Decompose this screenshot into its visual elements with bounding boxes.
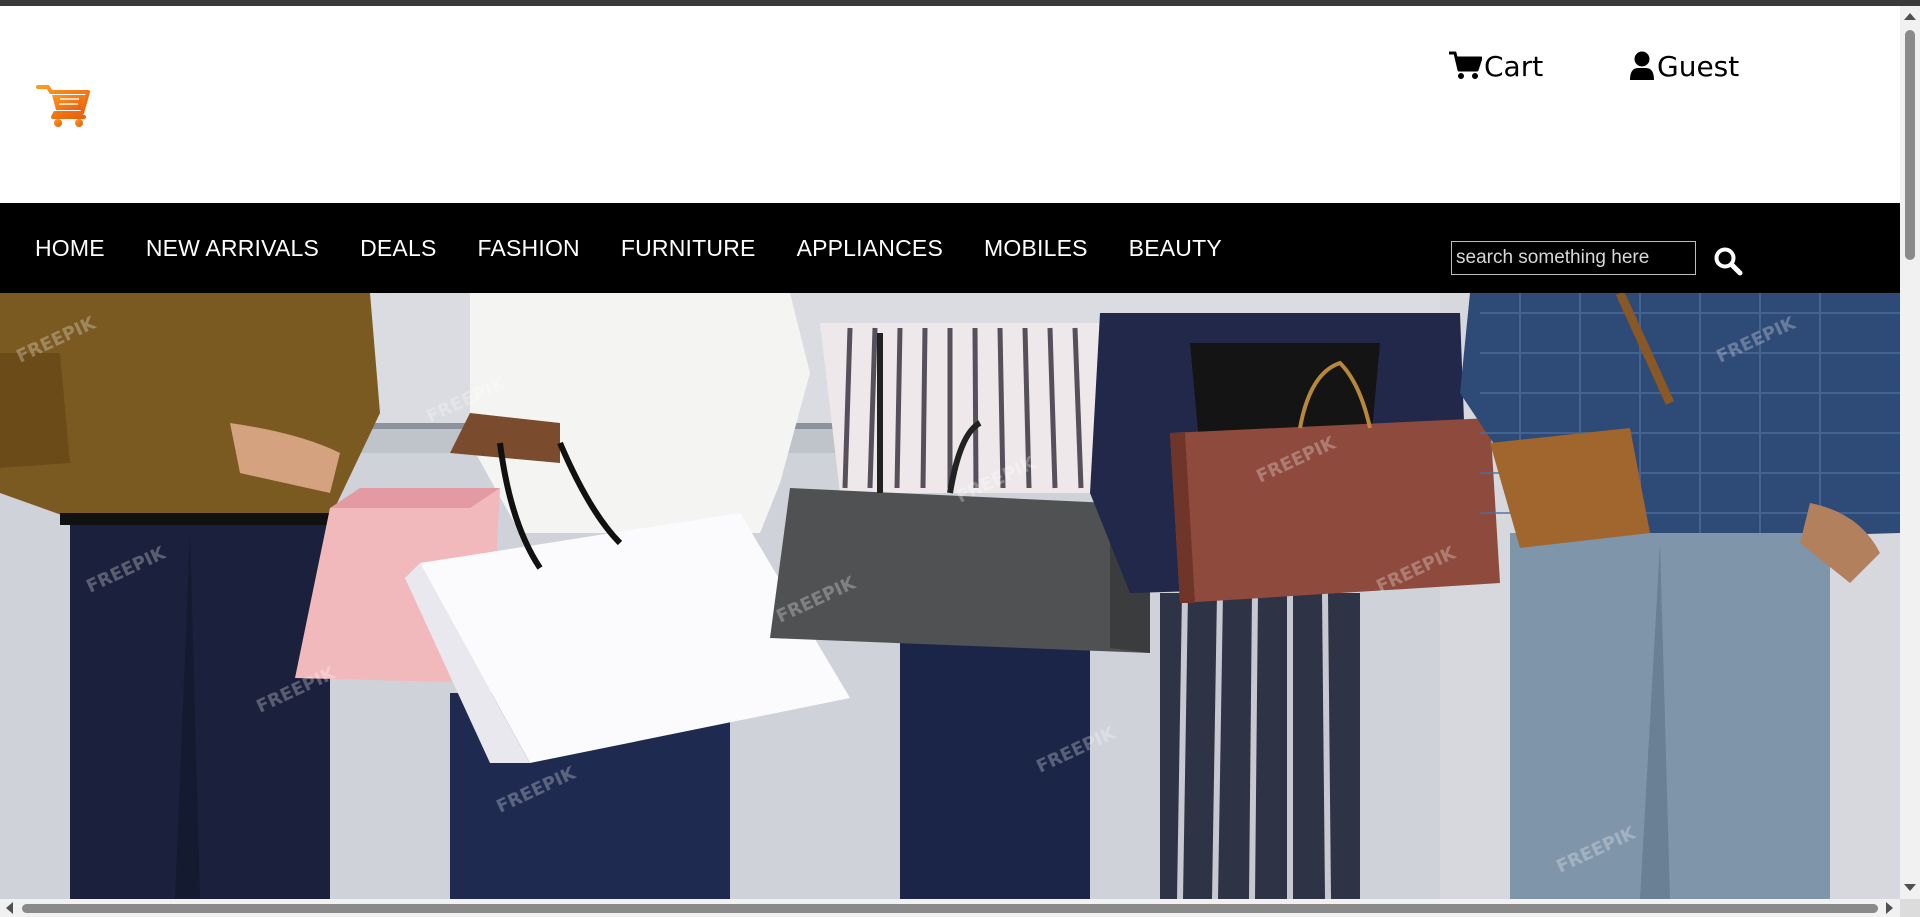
guest-account-link[interactable]: Guest [1629, 46, 1739, 86]
scroll-down-arrow-icon[interactable] [1904, 884, 1916, 891]
scrollbar-corner [1900, 899, 1920, 917]
scroll-right-arrow-icon[interactable] [1886, 902, 1893, 914]
shopping-cart-logo-icon[interactable] [36, 81, 92, 129]
site-header: Cart Guest [0, 6, 1900, 203]
vertical-scroll-thumb[interactable] [1905, 30, 1915, 260]
nav-item-appliances[interactable]: APPLIANCES [797, 235, 943, 262]
hero-banner: FREEPIK FREEPIK FREEPIK FREEPIK FREEPIK … [0, 293, 1900, 899]
search-input[interactable] [1451, 241, 1696, 275]
nav-item-mobiles[interactable]: MOBILES [984, 235, 1088, 262]
horizontal-scrollbar[interactable] [0, 899, 1900, 917]
search-icon[interactable] [1713, 246, 1743, 276]
nav-item-fashion[interactable]: FASHION [478, 235, 580, 262]
scroll-left-arrow-icon[interactable] [6, 902, 13, 914]
scroll-up-arrow-icon[interactable] [1904, 13, 1916, 20]
cart-label: Cart [1484, 49, 1544, 83]
user-icon [1630, 51, 1654, 80]
nav-item-furniture[interactable]: FURNITURE [621, 235, 756, 262]
nav-menu: HOME NEW ARRIVALS DEALS FASHION FURNITUR… [35, 203, 1263, 293]
nav-item-home[interactable]: HOME [35, 235, 105, 262]
nav-item-deals[interactable]: DEALS [360, 235, 436, 262]
horizontal-scroll-thumb[interactable] [22, 904, 1878, 913]
guest-label: Guest [1657, 49, 1740, 83]
vertical-scrollbar[interactable] [1900, 6, 1920, 899]
cart-link[interactable]: Cart [1448, 46, 1543, 86]
nav-item-new-arrivals[interactable]: NEW ARRIVALS [146, 235, 319, 262]
hero-shopping-people-image: FREEPIK FREEPIK FREEPIK FREEPIK FREEPIK … [0, 293, 1900, 899]
page-viewport: Cart Guest HOME NEW ARRIVALS DEALS FASHI… [0, 6, 1900, 899]
nav-item-beauty[interactable]: BEAUTY [1129, 235, 1222, 262]
cart-icon [1449, 51, 1482, 79]
